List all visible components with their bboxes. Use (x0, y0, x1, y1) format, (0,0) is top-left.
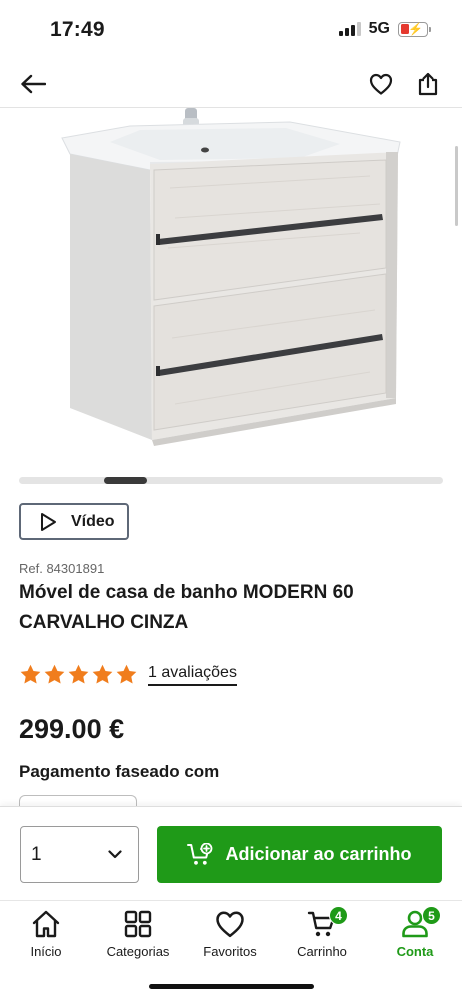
video-button-label: Vídeo (71, 512, 115, 530)
account-notification-badge: 5 (422, 906, 441, 925)
tab-label: Favoritos (203, 944, 257, 959)
status-indicators: 5G ⚡ (338, 20, 431, 38)
cart-count-badge: 4 (329, 906, 348, 925)
network-type: 5G (368, 20, 390, 37)
vanity-cabinet-illustration (61, 108, 458, 446)
add-to-cart-label: Adicionar ao carrinho (225, 844, 412, 864)
tab-carrinho[interactable]: 4 Carrinho (276, 906, 368, 967)
tab-label: Conta (396, 944, 434, 959)
chevron-down-icon (108, 850, 122, 859)
grid-icon (124, 910, 152, 938)
arrow-left-icon (21, 74, 46, 94)
play-icon (41, 512, 56, 531)
share-icon (418, 72, 438, 96)
tab-label: Início (30, 944, 62, 959)
star-icon (20, 664, 41, 684)
product-price: 299.00 € (19, 714, 125, 744)
carousel-scrollbar-thumb[interactable] (104, 477, 147, 484)
home-icon (32, 910, 60, 938)
tab-categorias[interactable]: Categorias (92, 907, 184, 967)
star-icon (68, 664, 89, 684)
installment-label: Pagamento faseado com (19, 762, 220, 781)
rating-stars (19, 663, 138, 686)
status-bar: 17:49 5G ⚡ (0, 0, 462, 60)
favorite-button[interactable] (363, 66, 399, 102)
product-title: Móvel de casa de banho MODERN 60 CARVALH… (19, 582, 354, 633)
quantity-value: 1 (31, 843, 42, 865)
home-indicator (149, 984, 314, 989)
battery-icon: ⚡ (398, 21, 431, 37)
star-icon (44, 664, 65, 684)
cart-plus-icon (187, 842, 213, 865)
star-icon (116, 664, 137, 684)
tab-label: Categorias (106, 944, 170, 959)
tab-conta[interactable]: 5 Conta (369, 906, 461, 967)
add-to-cart-button[interactable]: Adicionar ao carrinho (157, 826, 442, 883)
tab-label: Carrinho (297, 944, 347, 959)
video-button[interactable]: Vídeo (19, 503, 129, 540)
reviews-link[interactable]: 1 avaliações (148, 663, 237, 686)
share-button[interactable] (410, 66, 446, 102)
tab-inicio[interactable]: Início (0, 907, 92, 967)
carousel-scrollbar[interactable] (19, 477, 443, 484)
product-rating: 1 avaliações (19, 663, 237, 686)
quantity-select[interactable]: 1 (20, 826, 139, 883)
status-time: 17:49 (50, 18, 105, 41)
signal-icon (338, 22, 361, 36)
heart-icon (216, 911, 244, 938)
product-reference: Ref. 84301891 (19, 561, 105, 576)
back-button[interactable] (15, 66, 51, 102)
tab-favoritos[interactable]: Favoritos (184, 907, 276, 967)
heart-icon (369, 73, 393, 95)
star-icon (92, 664, 113, 684)
top-nav-bar (0, 60, 462, 108)
purchase-bar: 1 Adicionar ao carrinho (0, 806, 462, 900)
product-image[interactable] (0, 108, 462, 458)
